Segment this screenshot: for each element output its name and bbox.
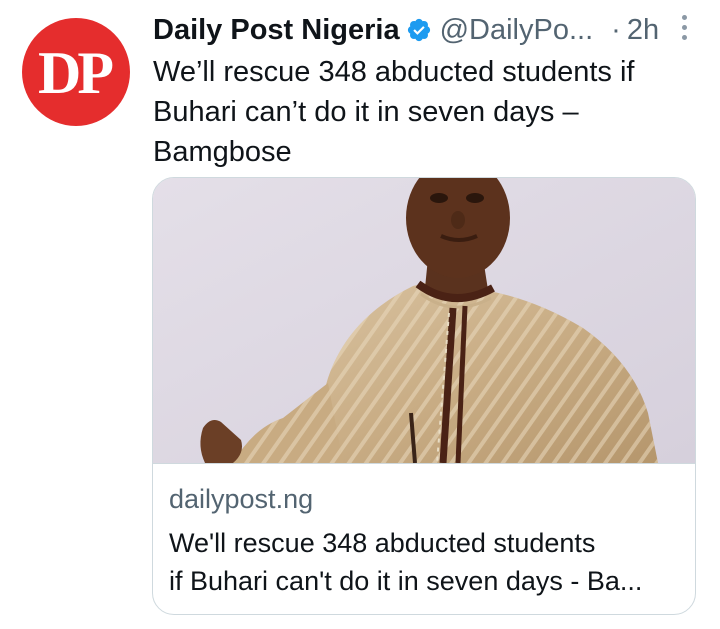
tweet-text-line: We’ll rescue 348 abducted students if <box>153 56 635 88</box>
card-body[interactable]: dailypost.ng We'll rescue 348 abducted s… <box>153 463 695 614</box>
card-title: We'll rescue 348 abducted students if Bu… <box>169 524 679 600</box>
card-domain: dailypost.ng <box>169 484 314 514</box>
card-title-line: if Buhari can't do it in seven days - Ba… <box>169 566 643 596</box>
header-separator: · <box>611 13 621 46</box>
link-preview-card[interactable]: dailypost.ng We'll rescue 348 abducted s… <box>152 177 696 615</box>
card-title-line: We'll rescue 348 abducted students <box>169 528 596 558</box>
avatar[interactable]: DP <box>22 18 130 126</box>
card-image[interactable] <box>153 178 695 463</box>
verified-badge-icon <box>407 18 430 42</box>
tweet-text-line: Buhari can’t do it in seven days – <box>153 96 579 128</box>
tweet-header: Daily Post Nigeria @DailyPo... · 2h <box>153 10 700 50</box>
author-name[interactable]: Daily Post Nigeria <box>153 14 400 47</box>
tweet-text-line: Bamgbose <box>153 136 292 168</box>
tweet-text: We’ll rescue 348 abducted students if Bu… <box>153 52 693 172</box>
tweet-timestamp[interactable]: 2h <box>627 14 659 47</box>
more-vertical-icon[interactable] <box>672 10 696 44</box>
tweet[interactable]: DP Daily Post Nigeria @DailyPo... · 2h W… <box>0 0 720 629</box>
avatar-logo-text: DP <box>38 39 114 106</box>
card-photo-man-in-agbada <box>153 178 695 463</box>
author-handle[interactable]: @DailyPo... <box>440 14 594 47</box>
